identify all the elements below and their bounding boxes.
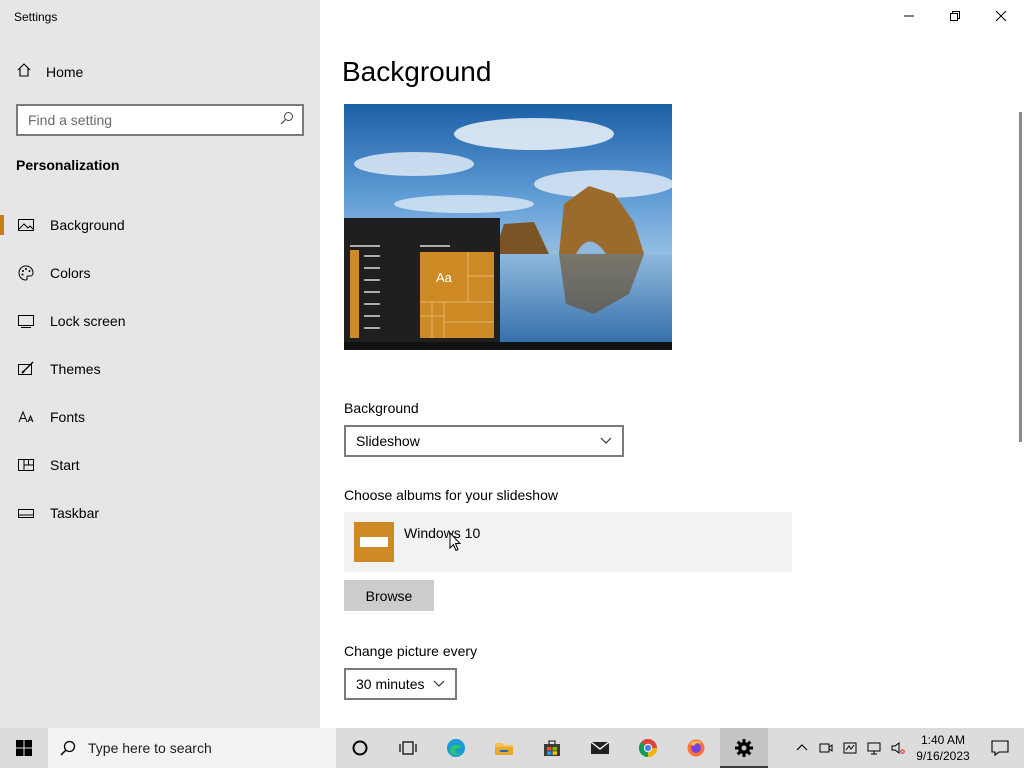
search-icon[interactable] [280, 111, 294, 130]
change-picture-interval-dropdown[interactable]: 30 minutes [344, 668, 457, 700]
action-center-button[interactable] [976, 728, 1024, 768]
clock[interactable]: 1:40 AM 9/16/2023 [910, 732, 976, 764]
find-setting-search[interactable] [16, 104, 304, 136]
volume-button[interactable] [886, 728, 910, 768]
home-button[interactable]: Home [16, 62, 83, 81]
settings-icon [735, 739, 753, 757]
sidebar-item-lock-screen[interactable]: Lock screen [0, 297, 320, 345]
background-type-value: Slideshow [356, 433, 420, 449]
sidebar-item-label: Taskbar [50, 505, 100, 521]
taskbar-search-box[interactable]: Type here to search [48, 728, 336, 768]
album-item[interactable]: Windows 10 [344, 512, 792, 572]
restore-button[interactable] [932, 0, 978, 32]
camera-icon [819, 743, 833, 753]
sidebar-item-label: Background [50, 217, 125, 233]
task-view-button[interactable] [384, 728, 432, 768]
desktop-preview-image [344, 104, 672, 350]
sidebar-item-fonts[interactable]: Fonts [0, 393, 320, 441]
sidebar-item-taskbar[interactable]: Taskbar [0, 489, 320, 537]
mouse-cursor-icon [449, 532, 461, 552]
app-title: Settings [14, 10, 58, 24]
edge-button[interactable] [432, 728, 480, 768]
change-picture-label: Change picture every [344, 643, 478, 659]
ethernet-icon [867, 742, 881, 755]
palette-icon [18, 265, 34, 281]
sidebar-item-label: Start [50, 457, 80, 473]
firefox-button[interactable] [672, 728, 720, 768]
chrome-icon [639, 739, 657, 757]
brush-icon [18, 361, 34, 377]
firefox-icon [687, 739, 705, 757]
section-title: Personalization [16, 157, 120, 173]
sidebar-item-start[interactable]: Start [0, 441, 320, 489]
main-content: Background Aa Background Slideshow Choos… [320, 0, 1024, 728]
cortana-icon [352, 740, 368, 756]
taskbar: Type here to search 1:40 AM 9/16/2023 [0, 728, 1024, 768]
close-icon [995, 10, 1007, 22]
background-label: Background [344, 400, 419, 416]
sidebar-item-themes[interactable]: Themes [0, 345, 320, 393]
edge-icon [447, 739, 465, 757]
home-label: Home [46, 63, 84, 80]
mail-button[interactable] [576, 728, 624, 768]
preview-tile-label: Aa [436, 270, 452, 285]
start-icon [16, 740, 32, 756]
clock-date: 9/16/2023 [916, 749, 970, 763]
home-icon [16, 62, 32, 81]
cortana-button[interactable] [336, 728, 384, 768]
show-hidden-icons-button[interactable] [790, 728, 814, 768]
chevron-down-icon [433, 680, 445, 687]
system-tray: 1:40 AM 9/16/2023 [790, 728, 1024, 768]
background-preview: Aa [344, 104, 672, 350]
minimize-icon [904, 15, 914, 17]
start-tiles-icon [18, 457, 34, 473]
close-button[interactable] [978, 0, 1024, 32]
sidebar-item-label: Lock screen [50, 313, 126, 329]
background-type-dropdown[interactable]: Slideshow [344, 425, 624, 457]
settings-button[interactable] [720, 728, 768, 768]
sidebar-nav: Background Colors Lock screen Themes Fon… [0, 201, 320, 537]
search-icon [60, 740, 76, 756]
find-setting-input[interactable] [28, 112, 280, 128]
album-thumbnail [354, 522, 394, 562]
picture-icon [18, 217, 34, 233]
taskbar-icon [18, 505, 34, 521]
network-app-button[interactable] [838, 728, 862, 768]
store-icon [544, 740, 560, 756]
minimize-button[interactable] [886, 0, 932, 32]
file-explorer-icon [495, 743, 513, 755]
clock-time: 1:40 AM [920, 733, 966, 747]
file-explorer-button[interactable] [480, 728, 528, 768]
sidebar-item-background[interactable]: Background [0, 201, 320, 249]
network-button[interactable] [862, 728, 886, 768]
chrome-button[interactable] [624, 728, 672, 768]
browse-button[interactable]: Browse [344, 580, 434, 611]
sidebar-item-label: Colors [50, 265, 91, 281]
chevron-down-icon [600, 437, 612, 444]
vertical-scrollbar[interactable] [1019, 112, 1022, 442]
store-button[interactable] [528, 728, 576, 768]
sidebar-item-label: Themes [50, 361, 101, 377]
page-title: Background [342, 56, 492, 87]
sidebar-item-label: Fonts [50, 409, 86, 425]
restore-icon [950, 11, 960, 21]
change-picture-interval-value: 30 minutes [356, 676, 425, 692]
chevron-up-icon [796, 744, 808, 751]
task-view-icon [399, 741, 417, 755]
albums-label: Choose albums for your slideshow [344, 487, 558, 503]
taskbar-search-placeholder: Type here to search [88, 740, 212, 756]
meet-now-button[interactable] [814, 728, 838, 768]
network-app-icon [843, 742, 857, 754]
sidebar: Settings Home Personalization Background… [0, 0, 320, 728]
lock-screen-icon [18, 313, 34, 329]
notification-icon [991, 740, 1009, 756]
volume-muted-icon [891, 742, 905, 754]
mail-icon [590, 741, 610, 754]
start-button[interactable] [0, 728, 48, 768]
album-name: Windows 10 [404, 525, 481, 541]
font-icon [18, 409, 34, 425]
sidebar-item-colors[interactable]: Colors [0, 249, 320, 297]
